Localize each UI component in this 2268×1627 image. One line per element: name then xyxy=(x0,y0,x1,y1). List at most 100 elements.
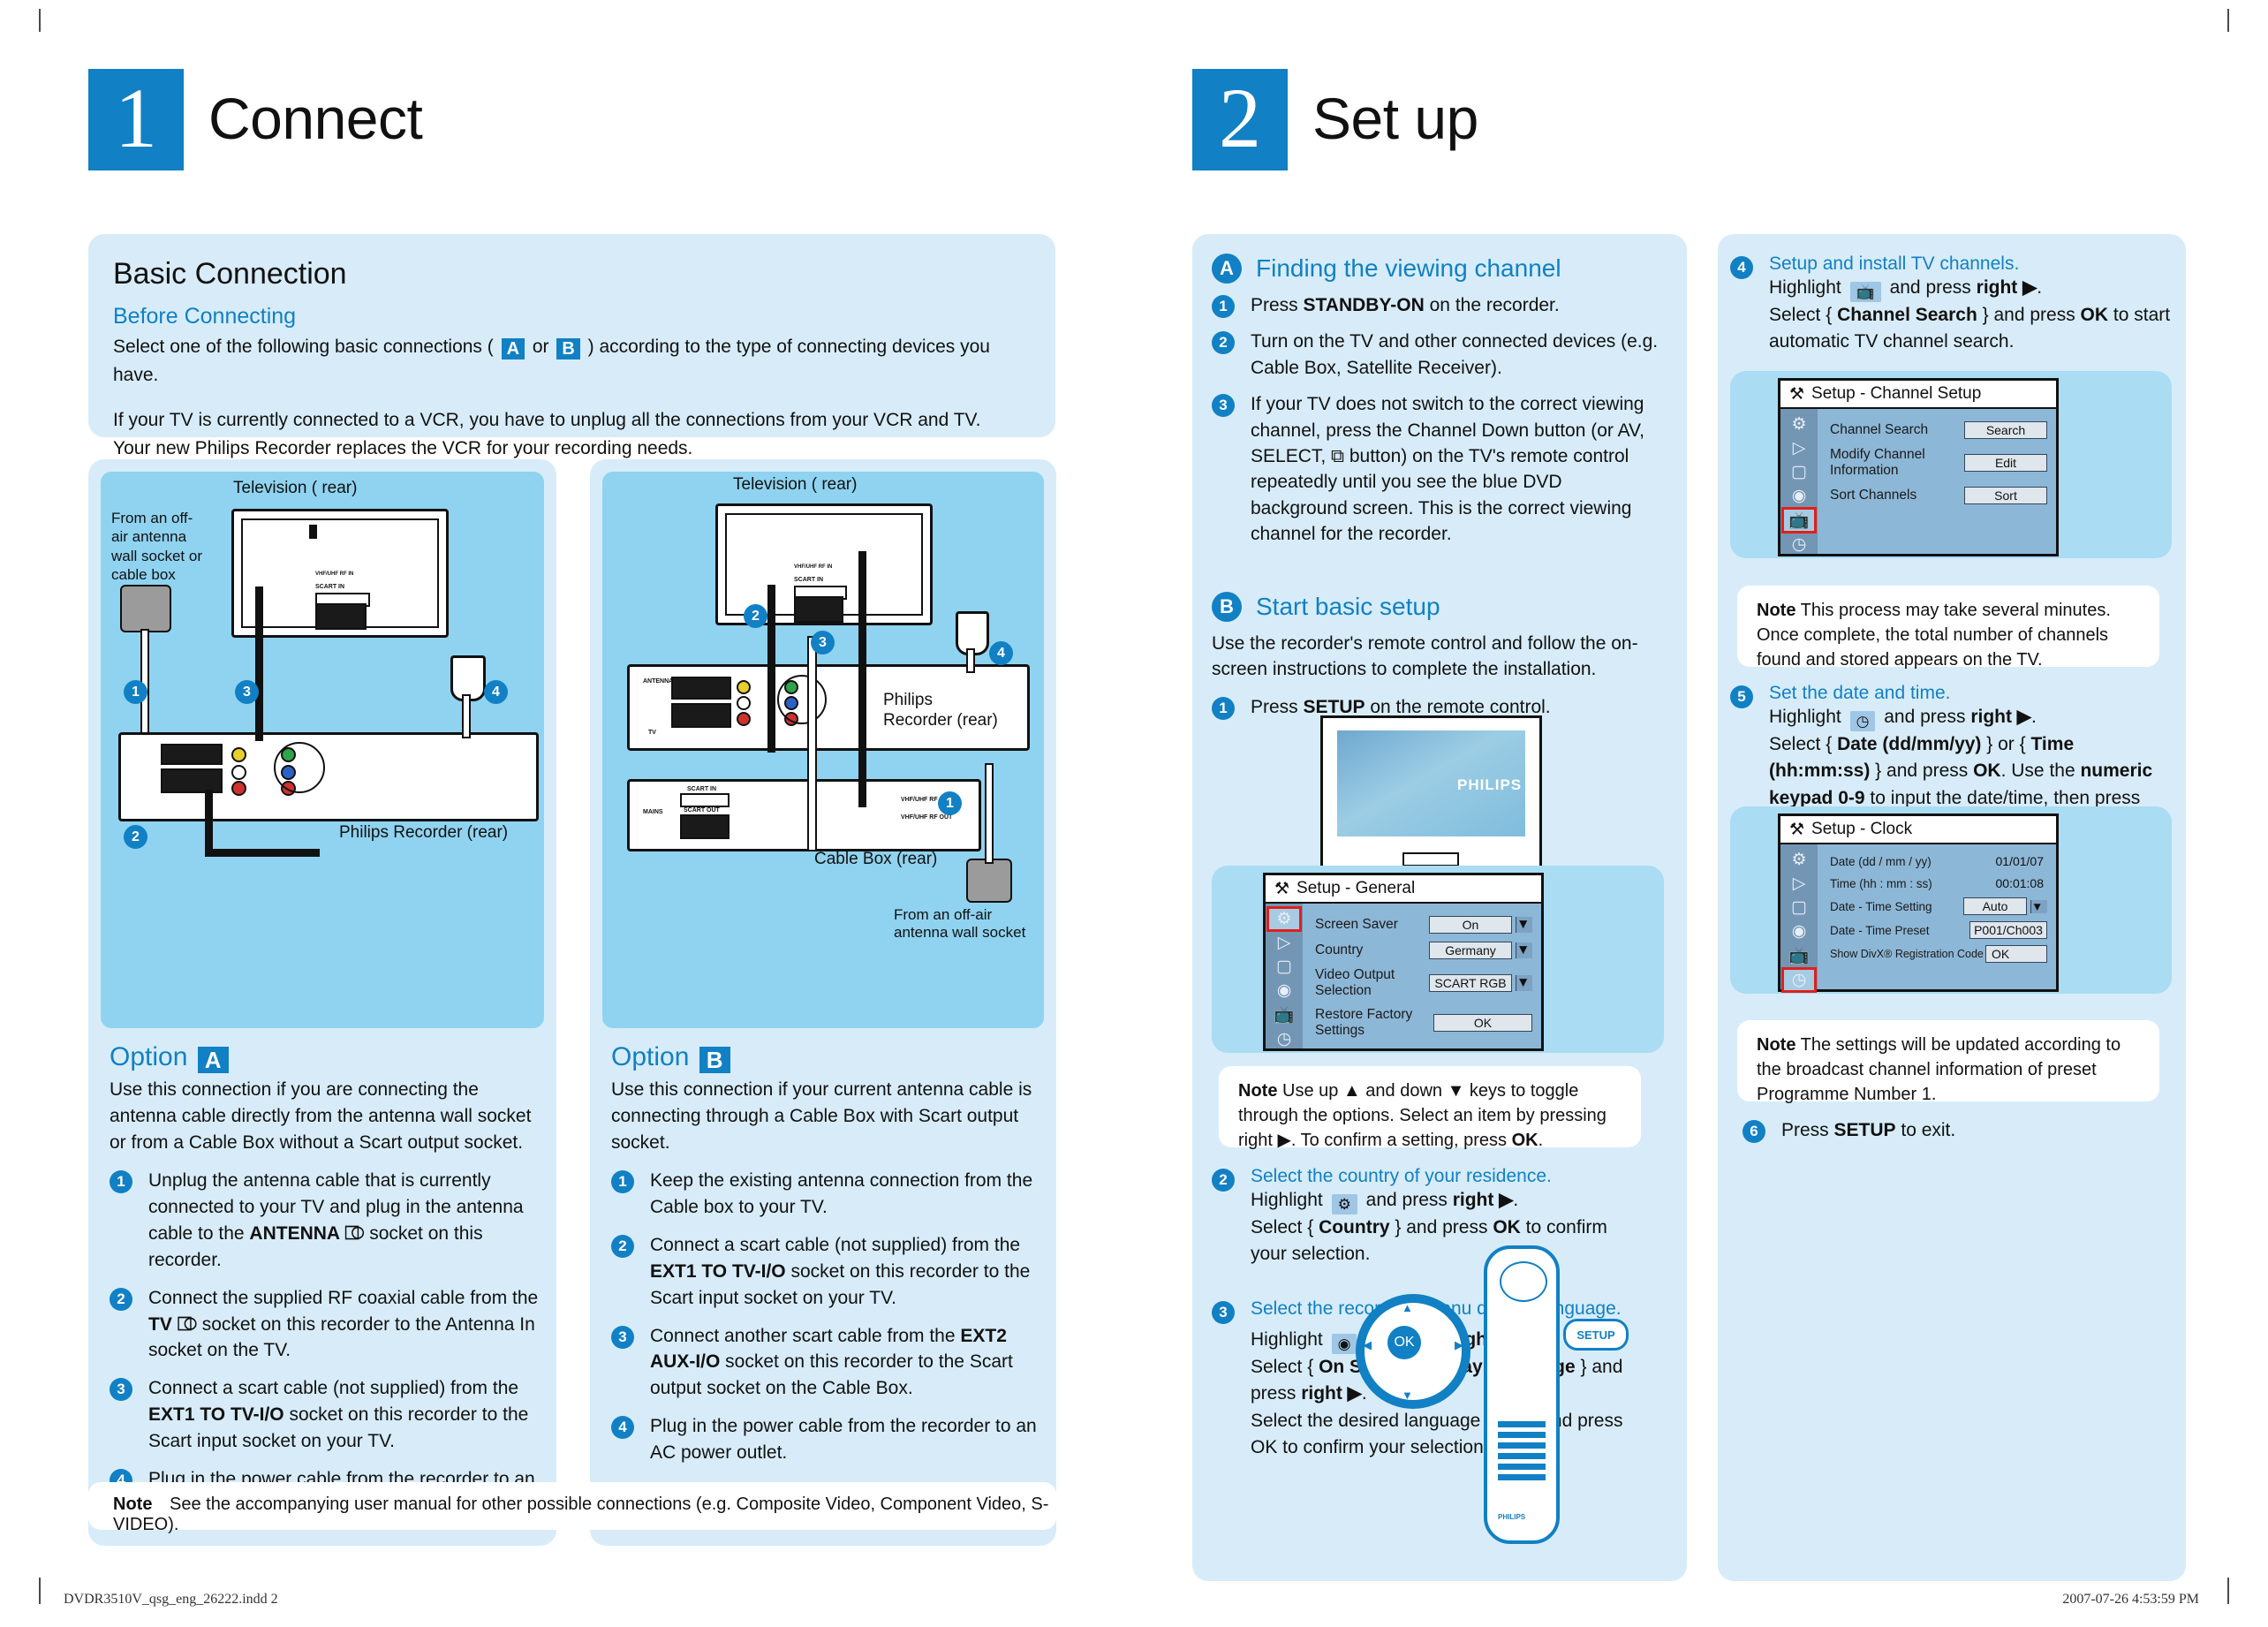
dpad-left-icon[interactable]: ◀ xyxy=(1363,1338,1372,1352)
step-text: Connect another scart cable from the EXT… xyxy=(650,1325,1013,1399)
osd-row-value[interactable]: SCART RGB xyxy=(1429,974,1512,992)
record-icon[interactable]: ▢ xyxy=(1784,462,1814,482)
step-text: Turn on the TV and other connected devic… xyxy=(1251,331,1659,378)
disc-language-icon[interactable]: ◉ xyxy=(1269,980,1299,1001)
step-number: 4 xyxy=(611,1415,634,1439)
record-icon[interactable]: ▢ xyxy=(1784,897,1814,918)
osd-row-label: Date - Time Preset xyxy=(1830,923,1930,937)
clock-icon[interactable]: ◷ xyxy=(1849,711,1876,731)
ok-button[interactable]: OK xyxy=(1387,1326,1421,1359)
osd-clock-wrapper: ⚒ Setup - Clock ⚙ ▷ ▢ ◉ 📺 ◷ Date (dd / m… xyxy=(1730,806,2172,994)
chevron-down-icon[interactable]: ▼ xyxy=(1516,942,1532,958)
osd-row-value[interactable]: OK xyxy=(1433,1014,1532,1032)
list-item: 2 Connect a scart cable (not supplied) fr… xyxy=(611,1232,1039,1311)
crop-mark-bl-v xyxy=(39,1578,41,1604)
bc-line1-b: or xyxy=(527,337,555,357)
section-header-setup: 2 Set up xyxy=(1192,69,1478,184)
osd-row-label: Modify Channel Information xyxy=(1830,447,1925,478)
osd-row: Restore Factory Settings OK xyxy=(1315,1007,1532,1039)
crop-mark-br-v xyxy=(2227,1578,2229,1604)
list-item: 1 Keep the existing antenna connection fr… xyxy=(611,1168,1039,1221)
tv-icon[interactable]: 📺 xyxy=(1269,1004,1299,1025)
play-icon[interactable]: ▷ xyxy=(1784,438,1814,458)
osd-row-value[interactable]: Auto xyxy=(1963,897,2027,915)
osd-row-label: Restore Factory Settings xyxy=(1315,1007,1413,1038)
tv-stand-bar xyxy=(1402,852,1459,866)
clock-icon[interactable]: ◷ xyxy=(1781,967,1817,993)
disc-language-icon[interactable]: ◉ xyxy=(1784,921,1814,942)
osd-row-value: 01/01/07 xyxy=(1995,854,2045,868)
gear-icon[interactable]: ⚙ xyxy=(1784,850,1814,870)
gear-icon[interactable]: ⚙ xyxy=(1784,414,1814,435)
setup-step4: 4 Setup and install TV channels. Highlig… xyxy=(1730,254,2172,356)
diagram-panel-a: Television ( rear) VHF/UHF RF IN SCART I… xyxy=(88,459,556,1546)
connection-diagram-a: Television ( rear) VHF/UHF RF IN SCART I… xyxy=(101,472,544,1028)
record-icon[interactable]: ▢ xyxy=(1269,957,1299,977)
diagram-b-port-vhf: VHF/UHF RF IN xyxy=(794,564,833,570)
chevron-down-icon[interactable]: ▼ xyxy=(1516,975,1532,991)
note-setup-general-label: Note xyxy=(1238,1081,1278,1101)
osd-row-value[interactable]: P001/Ch003 xyxy=(1969,921,2047,939)
step-text: If your TV does not switch to the correc… xyxy=(1251,394,1644,545)
chevron-down-icon[interactable]: ▼ xyxy=(2030,899,2047,913)
disc-language-icon[interactable]: ◉ xyxy=(1331,1334,1357,1354)
osd-row-value[interactable]: OK xyxy=(1985,945,2047,963)
dpad-down-icon[interactable]: ▼ xyxy=(1402,1389,1413,1402)
diagram-b-coax-tv xyxy=(858,551,866,807)
osd-row-value[interactable]: Search xyxy=(1964,421,2047,439)
osd-row: Country Germany ▼ xyxy=(1315,942,1532,959)
diagram-a-scart-cable-c xyxy=(205,849,320,857)
diagram-a-callout-3: 3 xyxy=(235,680,259,704)
setup-b-header: B Start basic setup xyxy=(1192,558,1687,631)
step-text: Connect the supplied RF coaxial cable fr… xyxy=(148,1287,539,1361)
step-text: Press STANDBY-ON on the recorder. xyxy=(1251,295,1560,315)
step-number: 3 xyxy=(110,1378,132,1402)
diagram-a-callout-2: 2 xyxy=(124,825,147,849)
tv-icon[interactable]: 📺 xyxy=(1781,507,1817,534)
osd-row-value[interactable]: Germany xyxy=(1429,942,1512,959)
note-connect-label: Note xyxy=(113,1495,153,1514)
gear-icon[interactable]: ⚙ xyxy=(1331,1194,1357,1215)
diagram-a-aerial-icon xyxy=(120,585,171,632)
osd-row: Date - Time Setting Auto ▼ xyxy=(1830,897,2047,915)
diagram-a-tv-label: Television ( rear) xyxy=(233,479,358,497)
diagram-a-tv: VHF/UHF RF IN SCART IN xyxy=(231,509,449,638)
tv-icon[interactable]: 📺 xyxy=(1784,945,1814,966)
option-a-chip: A xyxy=(197,1047,229,1073)
disc-language-icon[interactable]: ◉ xyxy=(1784,486,1814,506)
option-a-word: Option xyxy=(110,1042,188,1071)
play-icon[interactable]: ▷ xyxy=(1784,874,1814,894)
osd-row-value[interactable]: Edit xyxy=(1964,454,2047,472)
note-setup-general-ok: OK xyxy=(1511,1131,1538,1150)
clock-icon[interactable]: ◷ xyxy=(1269,1029,1299,1049)
setup-b-step3-line3: Select the desired language option and p… xyxy=(1251,1410,1623,1458)
osd-row-value[interactable]: Sort xyxy=(1964,487,2047,504)
step-number: 1 xyxy=(110,1170,132,1194)
osd-row: Modify Channel Information Edit xyxy=(1830,447,2047,479)
step2-line1-right: right ▶ xyxy=(1452,1190,1514,1210)
clock-icon[interactable]: ◷ xyxy=(1784,534,1814,555)
dpad-up-icon[interactable]: ▲ xyxy=(1402,1301,1413,1314)
diagram-a-rec-scart1 xyxy=(161,744,223,765)
bc-line1-a: Select one of the following basic connec… xyxy=(113,337,499,357)
osd-channel-rows: Channel Search Search Modify Channel Inf… xyxy=(1818,409,2056,554)
step-text: Keep the existing antenna connection fro… xyxy=(650,1170,1033,1218)
chevron-down-icon[interactable]: ▼ xyxy=(1516,917,1532,933)
setup-button-callout[interactable]: SETUP xyxy=(1563,1319,1629,1351)
osd-row: Video Output Selection SCART RGB ▼ xyxy=(1315,967,1532,999)
play-icon[interactable]: ▷ xyxy=(1269,933,1299,953)
osd-general-title: Setup - General xyxy=(1297,879,1416,897)
tv-icon[interactable]: 📺 xyxy=(1849,282,1881,302)
setup-column-1: A Finding the viewing channel 1 Press STA… xyxy=(1192,234,1687,1581)
note-connect: Note See the accompanying user manual fo… xyxy=(88,1482,1056,1534)
setup-b-title: Start basic setup xyxy=(1256,592,1440,620)
dpad-right-icon[interactable]: ▶ xyxy=(1455,1338,1463,1352)
osd-clock-rows: Date (dd / mm / yy) 01/01/07 Time (hh : … xyxy=(1818,844,2056,989)
gear-icon[interactable]: ⚙ xyxy=(1266,906,1302,932)
badge-b: B xyxy=(1212,591,1242,622)
step-number: 1 xyxy=(1212,295,1235,318)
osd-row-value[interactable]: On xyxy=(1429,916,1512,934)
setup-column-2: 4 Setup and install TV channels. Highlig… xyxy=(1718,234,2186,1581)
dpad[interactable]: OK ▲ ▼ ◀ ▶ xyxy=(1356,1294,1470,1409)
remote-top-keys xyxy=(1500,1261,1547,1302)
